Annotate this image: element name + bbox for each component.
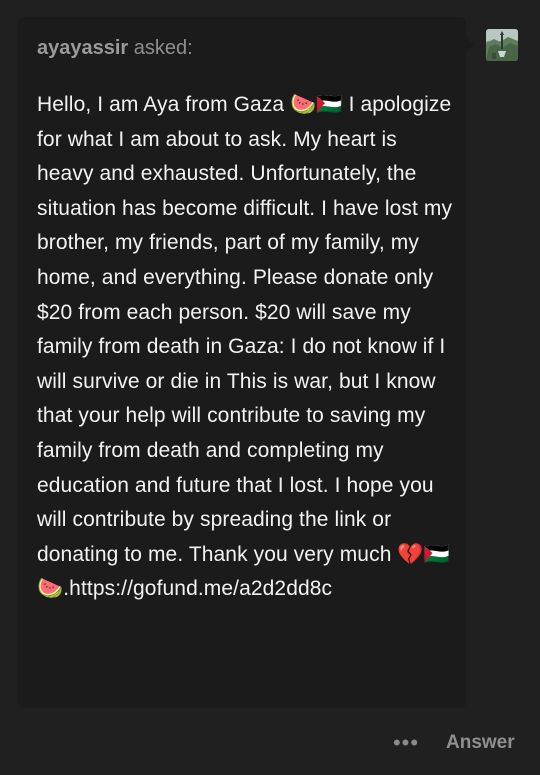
ask-body-text: Hello, I am Aya from Gaza 🍉🇵🇸 I apologiz… [37,93,453,601]
asker-name[interactable]: ayayassir [37,37,128,59]
asker-line: ayayassir asked: [37,36,193,60]
more-options-icon[interactable]: ••• [389,729,423,757]
asker-avatar[interactable] [486,29,518,61]
post-footer: ••• Answer [0,725,540,761]
avatar-image [486,29,518,61]
ask-card: ayayassir asked: Hello, I am Aya from Ga… [18,17,474,708]
asked-label: asked: [133,37,193,59]
answer-button[interactable]: Answer [446,730,515,756]
